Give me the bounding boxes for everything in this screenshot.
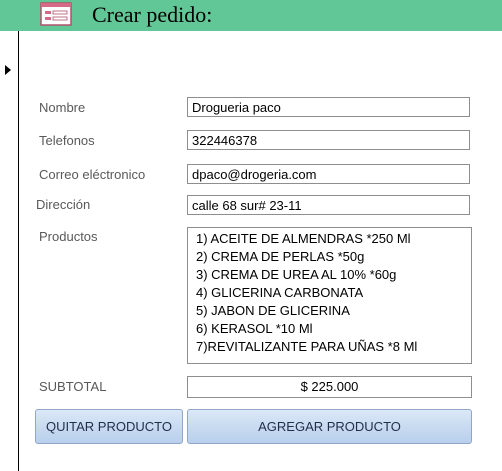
nombre-label: Nombre (39, 100, 86, 115)
nombre-field[interactable]: Drogueria paco (187, 97, 470, 117)
record-selector[interactable] (0, 31, 19, 471)
form-header: Crear pedido: (0, 0, 502, 31)
subtotal-label: SUBTOTAL (39, 379, 107, 394)
direccion-field[interactable]: calle 68 sur# 23-11 (187, 195, 470, 215)
product-item: 7)REVITALIZANTE PARA UÑAS *8 Ml (196, 339, 418, 354)
telefonos-field[interactable]: 322446378 (187, 130, 470, 150)
product-item: 1) ACEITE DE ALMENDRAS *250 Ml (196, 231, 411, 246)
quitar-producto-button[interactable]: QUITAR PRODUCTO (35, 409, 183, 444)
correo-label: Correo eléctronico (39, 167, 146, 182)
form-icon (40, 2, 72, 26)
agregar-producto-button[interactable]: AGREGAR PRODUCTO (187, 409, 472, 444)
telefonos-label: Telefonos (39, 133, 95, 148)
current-record-arrow-icon (5, 65, 11, 75)
direccion-label: Dirección (36, 197, 91, 212)
product-item: 4) GLICERINA CARBONATA (196, 285, 364, 300)
product-item: 2) CREMA DE PERLAS *50g (196, 249, 365, 264)
form-title: Crear pedido: (92, 2, 213, 27)
subtotal-field[interactable]: $ 225.000 (187, 376, 472, 398)
correo-field[interactable]: dpaco@drogeria.com (187, 164, 470, 184)
productos-list[interactable]: 1) ACEITE DE ALMENDRAS *250 Ml 2) CREMA … (187, 227, 472, 364)
productos-label: Productos (39, 229, 98, 244)
product-item: 6) KERASOL *10 Ml (196, 321, 313, 336)
product-item: 3) CREMA DE UREA AL 10% *60g (196, 267, 397, 282)
product-item: 5) JABON DE GLICERINA (196, 303, 350, 318)
